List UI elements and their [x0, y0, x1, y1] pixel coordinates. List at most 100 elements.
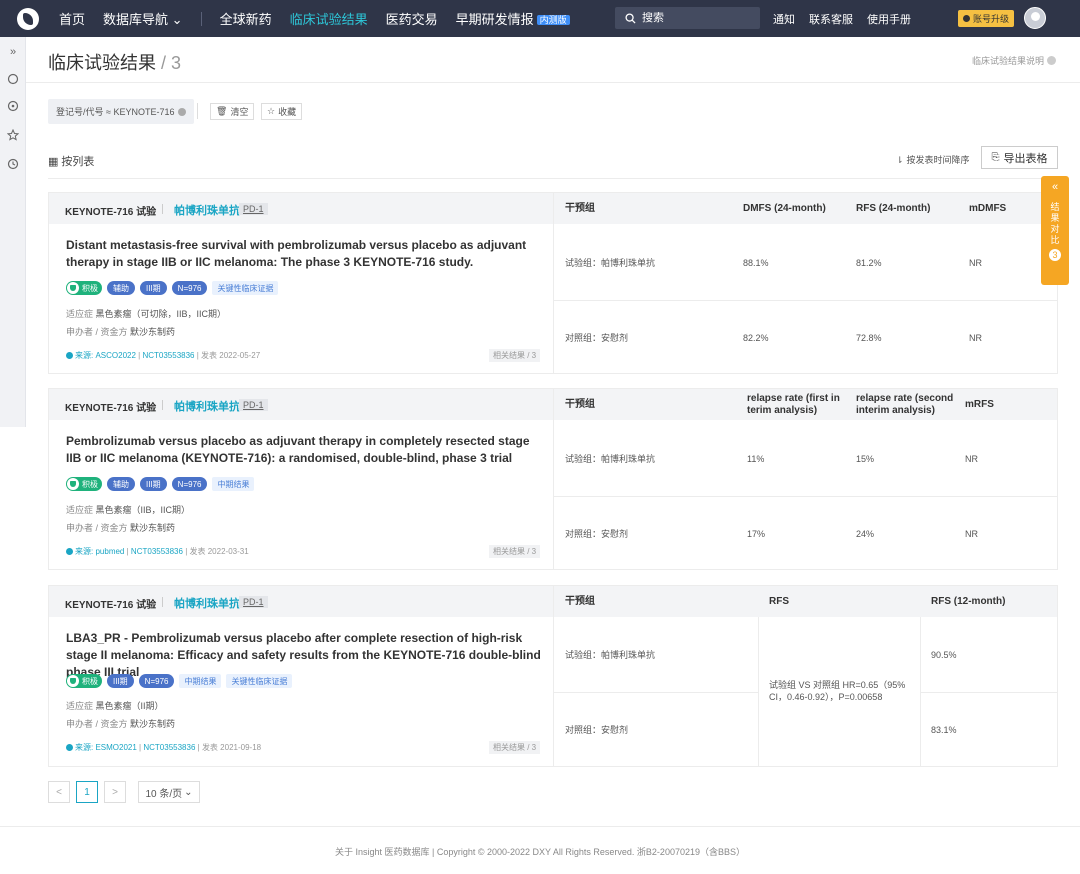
filter-chip[interactable]: 登记号/代号 ≈ KEYNOTE-716 [48, 99, 195, 124]
tag: 中期结果 [212, 477, 255, 491]
paper-title[interactable]: Distant metastasis-free survival with pe… [66, 237, 546, 271]
close-icon[interactable] [178, 107, 187, 116]
nav-early-rd[interactable]: 早期研发情报 内测版 [456, 9, 570, 28]
header-divider [26, 82, 1080, 83]
sponsor: 申办者 / 资金方 默沙东制药 [66, 717, 175, 730]
target-tag[interactable]: PD-1 [239, 596, 268, 608]
shield-icon [67, 282, 79, 294]
nav-divider [200, 11, 202, 26]
indication-value: 黑色素瘤（IIB，IIC期） [95, 505, 191, 515]
help-link[interactable]: 临床试验结果说明 [972, 54, 1056, 67]
notification-link[interactable]: 通知 [773, 11, 795, 27]
collapse-icon[interactable]: » [7, 46, 19, 58]
star-outline-icon: ☆ [267, 106, 276, 116]
sponsor-value: 默沙东制药 [130, 523, 176, 533]
chat-icon[interactable] [7, 73, 19, 85]
cell-value: 90.5% [931, 650, 957, 660]
upgrade-button[interactable]: 账号升级 [958, 10, 1015, 27]
column-header: mDMFS [969, 203, 1007, 214]
contact-support-link[interactable]: 联系客服 [809, 11, 853, 27]
target-tag[interactable]: PD-1 [239, 203, 268, 215]
sponsor: 申办者 / 资金方 默沙东制药 [66, 325, 175, 338]
source-link[interactable]: pubmed [95, 547, 124, 556]
sponsor-label: 申办者 / 资金方 [66, 719, 128, 729]
nct-link[interactable]: NCT03553836 [142, 351, 194, 360]
compare-label: 结果对比 [1050, 202, 1060, 245]
compass-icon[interactable] [7, 100, 19, 112]
cell-value: NR [969, 333, 982, 343]
target-tag[interactable]: PD-1 [239, 399, 268, 411]
next-page-button[interactable]: > [104, 781, 126, 803]
source-info: 来源: pubmed | NCT03553836 | 发表 2022-03-31 [66, 546, 249, 557]
result-card: KEYNOTE-716 试验 帕博利珠单抗 PD-1 干预组 relapse r… [48, 388, 1058, 570]
star-icon[interactable] [7, 129, 19, 141]
drug-link[interactable]: 帕博利珠单抗 [174, 595, 240, 611]
logo[interactable] [17, 7, 39, 30]
row-divider [554, 692, 758, 693]
compare-panel[interactable]: « 结果对比 3 [1041, 176, 1069, 285]
page-size-select[interactable]: 10 条/页 ⌄ [138, 781, 200, 803]
nav-early-rd-label: 早期研发情报 [455, 12, 534, 27]
arm-name: 试验组：帕博利珠单抗 [565, 454, 656, 464]
related-results-link[interactable]: 相关结果 / 3 [489, 349, 541, 362]
nav-pharma-deals[interactable]: 医药交易 [386, 9, 438, 28]
positive-tag: 积极 [66, 281, 102, 295]
related-results-link[interactable]: 相关结果 / 3 [489, 741, 541, 754]
sponsor-label: 申办者 / 资金方 [66, 327, 128, 337]
related-results-link[interactable]: 相关结果 / 3 [489, 545, 541, 558]
trash-icon: 🗑 [216, 106, 228, 116]
clock-icon[interactable] [7, 158, 19, 170]
arm-name: 对照组：安慰剂 [565, 333, 629, 343]
paper-title[interactable]: Pembrolizumab versus placebo as adjuvant… [66, 433, 546, 467]
upgrade-icon [963, 15, 970, 22]
indication-label: 适应症 [66, 505, 94, 515]
sort-toggle[interactable]: ⇂ 按发表时间降序 [896, 153, 970, 166]
nav-clinical-results[interactable]: 临床试验结果 [290, 9, 368, 28]
arm-name: 试验组：帕博利珠单抗 [565, 258, 656, 268]
sponsor-value: 默沙东制药 [130, 327, 176, 337]
list-view-icon: ▦ [48, 156, 59, 168]
top-nav: 首页 数据库导航 ⌄ 全球新药 临床试验结果 医药交易 早期研发情报内测版 通知… [0, 0, 1080, 37]
indication-label: 适应症 [66, 309, 94, 319]
view-mode-toggle[interactable]: ▦ 按列表 [48, 153, 94, 169]
column-header: RFS (12-month) [931, 596, 1006, 607]
drug-link[interactable]: 帕博利珠单抗 [174, 398, 240, 414]
toolbar-divider [48, 178, 1058, 179]
shield-icon [67, 478, 79, 490]
tag: 关键性临床证据 [212, 281, 279, 295]
hazard-ratio: 试验组 VS 对照组 HR=0.65（95% CI，0.46-0.92），P=0… [769, 680, 906, 702]
avatar[interactable] [1024, 7, 1046, 29]
tag: 关键性临床证据 [226, 674, 293, 688]
prev-page-button[interactable]: < [48, 781, 70, 803]
nav-global-drugs[interactable]: 全球新药 [220, 9, 272, 28]
sort-label: 按发表时间降序 [906, 155, 970, 165]
cell-value: 72.8% [856, 333, 882, 343]
favorite-button[interactable]: ☆ 收藏 [261, 103, 303, 120]
pub-label: 发表 [201, 743, 218, 752]
chevron-down-icon: ⌄ [171, 12, 183, 27]
tag: III期 [140, 281, 167, 295]
nct-link[interactable]: NCT03553836 [143, 743, 195, 752]
page-button-1[interactable]: 1 [76, 781, 98, 803]
source-link[interactable]: ESMO2021 [95, 743, 136, 752]
clear-button[interactable]: 🗑 清空 [210, 103, 255, 120]
user-manual-link[interactable]: 使用手册 [867, 11, 911, 27]
source-link[interactable]: ASCO2022 [95, 351, 135, 360]
drug-link[interactable]: 帕博利珠单抗 [174, 202, 240, 218]
result-count: / 3 [156, 53, 181, 73]
shield-icon [67, 675, 79, 687]
trial-name: KEYNOTE-716 试验 [65, 403, 157, 414]
indication-value: 黑色素瘤（II期） [95, 701, 164, 711]
sponsor-value: 默沙东制药 [130, 719, 176, 729]
nav-home[interactable]: 首页 [59, 9, 85, 28]
search-input[interactable] [642, 12, 742, 24]
nct-link[interactable]: NCT03553836 [131, 547, 183, 556]
column-header: 干预组 [565, 203, 595, 214]
internal-badge: 内测版 [536, 15, 570, 25]
search-box[interactable] [615, 7, 760, 29]
source-label: 来源: [75, 743, 94, 752]
nav-database[interactable]: 数据库导航 ⌄ [103, 9, 183, 28]
export-button[interactable]: ⎘ 导出表格 [981, 146, 1058, 169]
indication-value: 黑色素瘤（可切除，IIB，IIC期） [95, 309, 227, 319]
page-title-text: 临床试验结果 [48, 53, 156, 73]
